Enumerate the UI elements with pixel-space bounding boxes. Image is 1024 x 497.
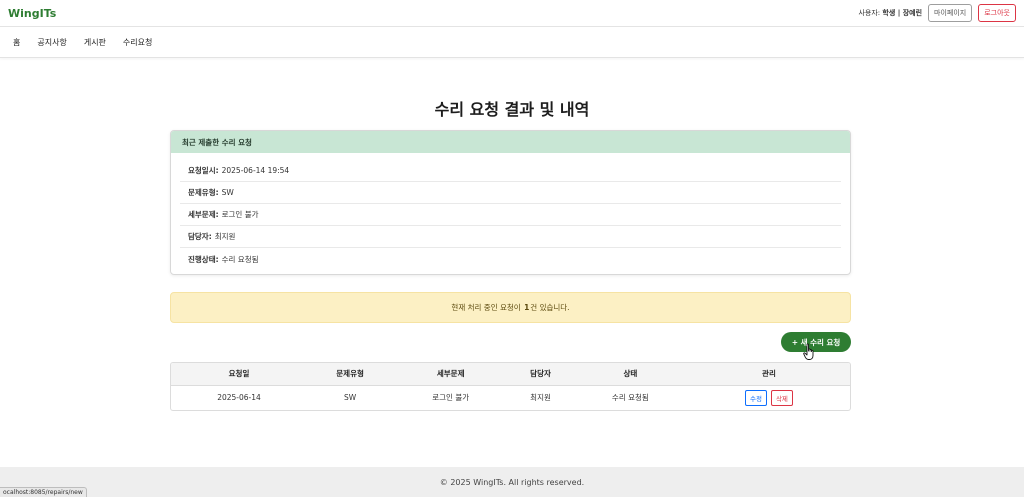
cell-detail: 로그인 불가 — [432, 393, 470, 403]
info-row-manager: 담당자: 최지원 — [180, 226, 841, 248]
table-row: 2025-06-14 SW 로그인 불가 최지원 수리 요청됨 수정 삭제 — [171, 385, 850, 410]
info-value: SW — [221, 188, 234, 197]
info-key: 담당자: — [188, 232, 212, 241]
pending-alert: 현재 처리 중인 요청이 1건 있습니다. — [170, 292, 851, 323]
footer: © 2025 WingITs. All rights reserved. — [0, 467, 1024, 497]
alert-suffix: 건 있습니다. — [530, 303, 570, 312]
nav-item-repair[interactable]: 수리요청 — [123, 37, 152, 48]
nav-item-home[interactable]: 홈 — [13, 37, 20, 48]
info-row-status: 진행상태: 수리 요청됨 — [180, 248, 841, 270]
logout-button[interactable]: 로그아웃 — [978, 4, 1016, 22]
hand-cursor-icon — [803, 343, 814, 360]
edit-button[interactable]: 수정 — [744, 389, 767, 406]
user-area: 사용자: 학생 | 장예린 마이페이지 로그아웃 — [858, 4, 1016, 22]
alert-count: 1 — [524, 303, 530, 312]
info-key: 진행상태: — [188, 254, 219, 264]
brand-logo[interactable]: WingITs — [8, 7, 56, 20]
main-nav: 홈 공지사항 게시판 수리요청 — [0, 27, 1024, 58]
table-header-row: 요청일 문제유형 세부문제 담당자 상태 관리 — [171, 363, 850, 386]
info-value: 로그인 불가 — [221, 210, 259, 219]
column-header: 요청일 — [171, 363, 307, 386]
requests-table: 요청일 문제유형 세부문제 담당자 상태 관리 2025-06-14 SW 로그… — [170, 362, 851, 411]
info-row-detail: 세부문제: 로그인 불가 — [180, 204, 841, 226]
column-header: 세부문제 — [393, 363, 509, 386]
info-value: 2025-06-14 19:54 — [221, 166, 290, 175]
info-value: 최지원 — [214, 232, 236, 241]
recent-request-card: 최근 제출한 수리 요청 요청일시: 2025-06-14 19:54 문제유형… — [170, 130, 851, 275]
alert-prefix: 현재 처리 중인 요청이 — [451, 303, 521, 312]
column-header: 문제유형 — [307, 363, 394, 386]
cell-status: 수리 요청됨 — [611, 393, 649, 403]
mypage-button[interactable]: 마이페이지 — [928, 4, 973, 22]
user-name: 학생 | 장예린 — [882, 9, 923, 17]
page-title: 수리 요청 결과 및 내역 — [434, 100, 590, 119]
status-bar-url: ocalhost:8085/repairs/new — [0, 487, 87, 497]
cell-manager: 최지원 — [530, 393, 551, 403]
column-header: 담당자 — [508, 363, 573, 386]
top-bar: WingITs 사용자: 학생 | 장예린 마이페이지 로그아웃 — [0, 0, 1024, 27]
footer-text: © 2025 WingITs. All rights reserved. — [439, 477, 585, 487]
info-value: 수리 요청됨 — [221, 254, 259, 264]
info-key: 요청일시: — [188, 166, 219, 175]
info-row-date: 요청일시: 2025-06-14 19:54 — [180, 160, 841, 182]
card-body: 요청일시: 2025-06-14 19:54 문제유형: SW 세부문제: 로그… — [171, 153, 850, 274]
column-header: 상태 — [572, 363, 688, 386]
user-info: 사용자: 학생 | 장예린 — [858, 8, 922, 18]
nav-item-board[interactable]: 게시판 — [84, 37, 106, 48]
info-key: 세부문제: — [188, 210, 219, 219]
info-row-type: 문제유형: SW — [180, 182, 841, 204]
cell-date: 2025-06-14 — [217, 393, 261, 403]
cell-type: SW — [343, 393, 357, 403]
delete-button[interactable]: 삭제 — [770, 389, 793, 406]
column-header: 관리 — [687, 363, 850, 386]
info-key: 문제유형: — [188, 188, 219, 197]
nav-item-notices[interactable]: 공지사항 — [37, 37, 66, 48]
user-prefix: 사용자: — [858, 9, 881, 17]
cell-actions: 수정 삭제 — [688, 385, 850, 410]
card-header: 최근 제출한 수리 요청 — [171, 131, 850, 153]
